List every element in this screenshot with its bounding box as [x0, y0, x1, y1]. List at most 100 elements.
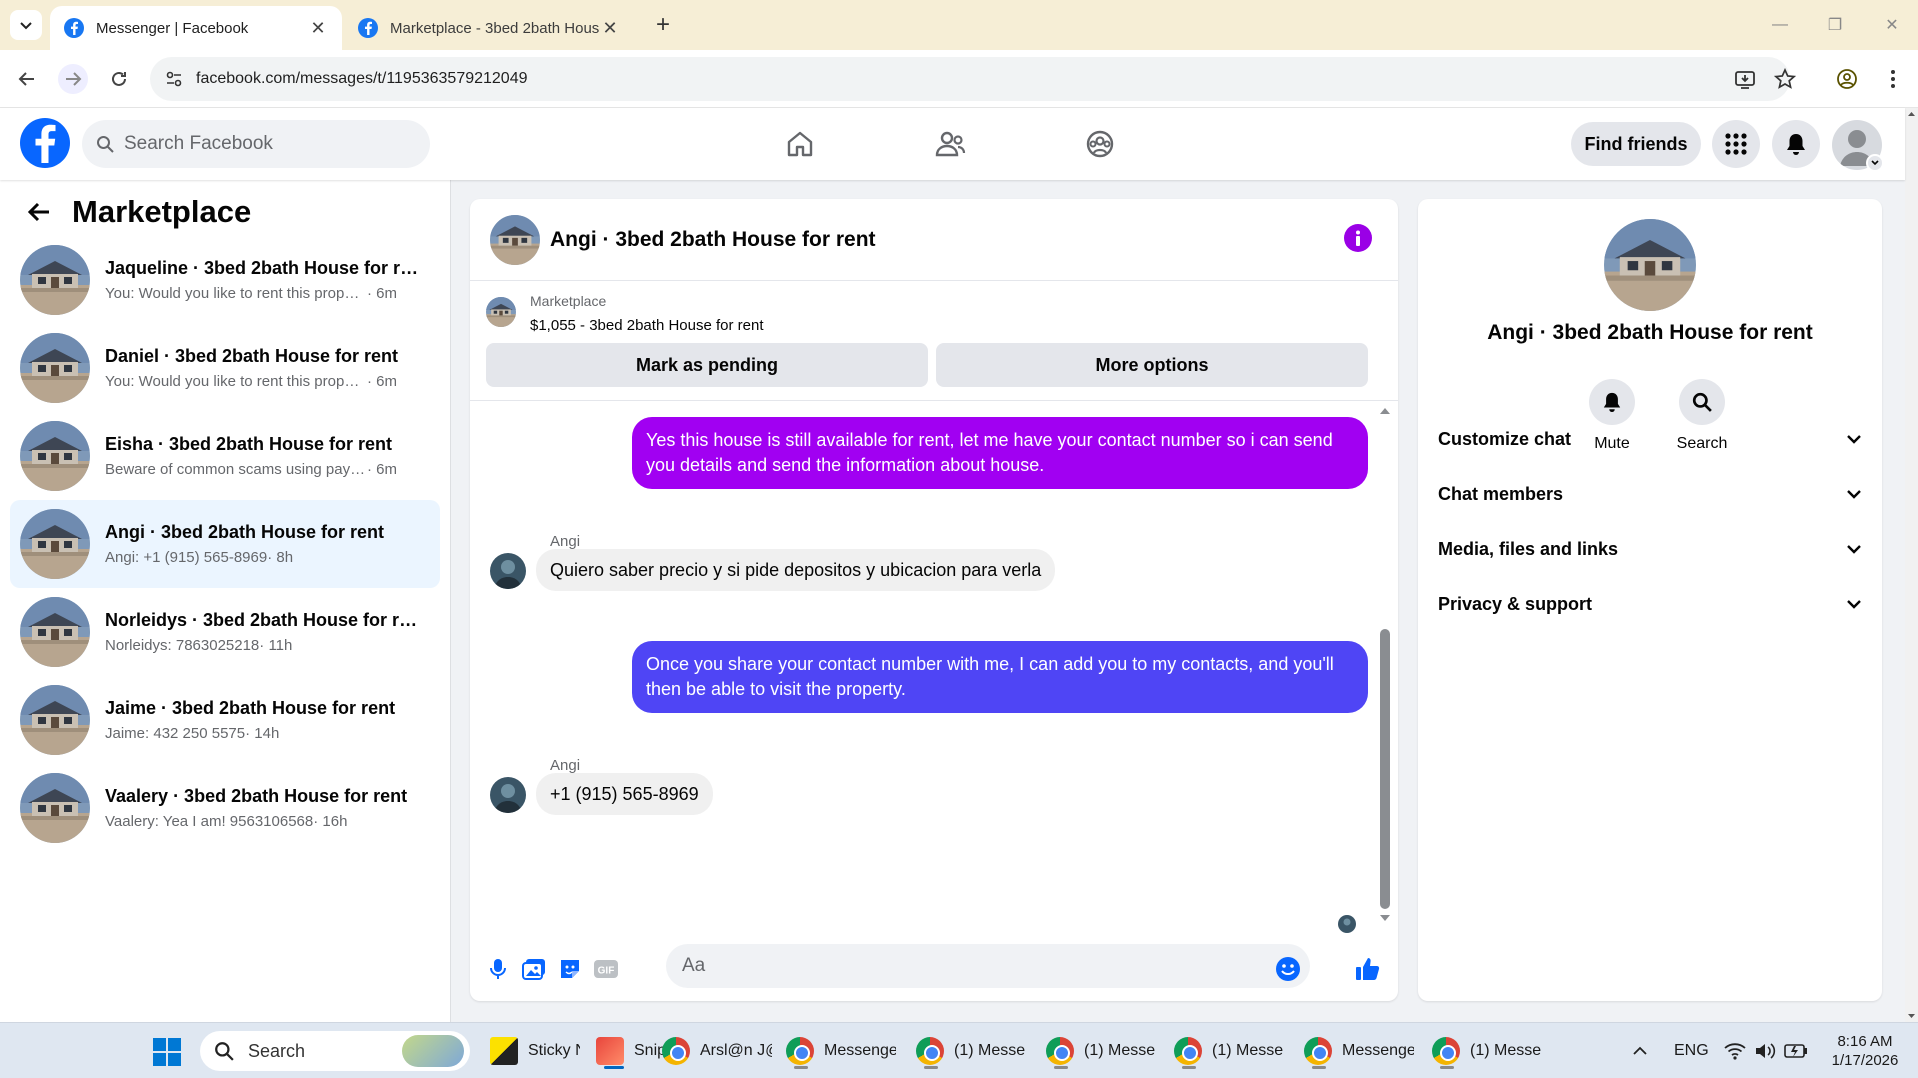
conversation-item[interactable]: Jaqueline · 3bed 2bath House for rent You…: [10, 236, 440, 324]
restore-icon[interactable]: ❐: [1815, 10, 1855, 40]
find-friends-button[interactable]: Find friends: [1571, 122, 1701, 166]
taskbar-chrome-window[interactable]: (1) Messer: [1174, 1031, 1284, 1071]
browser-tab-bar: Messenger | Facebook ✕ Marketplace - 3be…: [0, 0, 1918, 50]
conversation-thumbnail: [20, 245, 90, 315]
search-highlight-icon: [402, 1035, 464, 1067]
minimize-icon[interactable]: —: [1760, 10, 1800, 40]
details-avatar[interactable]: [1604, 219, 1696, 311]
address-bar: facebook.com/messages/t/1195363579212049: [0, 50, 1918, 108]
chevron-up-icon: [1633, 1046, 1647, 1055]
taskbar-chrome-window[interactable]: (1) Messer: [1046, 1031, 1156, 1071]
listing-thumbnail[interactable]: [486, 297, 516, 327]
search-icon: [215, 1042, 234, 1061]
close-tab-icon[interactable]: ✕: [600, 18, 620, 38]
conversation-preview: Norleidys: 7863025218 · 11h: [105, 637, 425, 654]
friends-nav-icon[interactable]: [928, 122, 972, 166]
taskbar-chrome-window[interactable]: Messenge: [786, 1031, 896, 1071]
groups-nav-icon[interactable]: [1078, 122, 1122, 166]
conversation-preview: Angi: +1 (915) 565-8969 · 8h: [105, 549, 425, 566]
conversation-item[interactable]: Daniel · 3bed 2bath House for rent You: W…: [10, 324, 440, 412]
windows-start-icon[interactable]: [152, 1037, 182, 1067]
conversation-preview-text: You: Would you like to rent this propert…: [105, 285, 367, 302]
conversation-thumbnail: [20, 421, 90, 491]
chat-avatar[interactable]: [490, 215, 540, 265]
facebook-logo-icon[interactable]: [20, 118, 70, 168]
browser-menu-icon[interactable]: [1878, 64, 1908, 94]
chrome-icon: [786, 1037, 814, 1065]
thumbs-up-icon[interactable]: [1354, 955, 1382, 983]
sender-avatar[interactable]: [490, 777, 526, 813]
close-window-icon[interactable]: ✕: [1872, 10, 1912, 40]
new-tab-button[interactable]: +: [650, 11, 676, 38]
details-section-privacy-support[interactable]: Privacy & support: [1438, 582, 1862, 626]
tab-marketplace[interactable]: Marketplace - 3bed 2bath House ✕: [344, 6, 634, 50]
menu-grid-button[interactable]: [1712, 120, 1760, 168]
taskbar-chrome-profile[interactable]: Arsl@n J@: [662, 1031, 772, 1071]
snipping-tool-icon: [596, 1037, 624, 1065]
page-body: Marketplace Jaqueline · 3bed 2bath House…: [0, 180, 1905, 1022]
show-hidden-icons[interactable]: [1632, 1031, 1648, 1071]
details-section-chat-members[interactable]: Chat members: [1438, 472, 1862, 516]
wifi-icon[interactable]: [1724, 1031, 1746, 1071]
sticker-icon[interactable]: [556, 955, 584, 983]
chat-title[interactable]: Angi · 3bed 2bath House for rent: [550, 228, 876, 252]
conversation-item[interactable]: Angi · 3bed 2bath House for rent Angi: +1…: [10, 500, 440, 588]
facebook-search-input[interactable]: Search Facebook: [82, 120, 430, 168]
account-menu-chevron-icon[interactable]: [1866, 154, 1884, 172]
info-icon[interactable]: [1344, 224, 1372, 252]
sidebar-title: Marketplace: [72, 194, 252, 229]
sender-avatar[interactable]: [490, 553, 526, 589]
site-info-icon[interactable]: [162, 67, 186, 91]
battery-icon[interactable]: [1784, 1031, 1808, 1071]
page-scrollbar[interactable]: [1905, 108, 1918, 1022]
taskbar-chrome-window[interactable]: Messenge: [1304, 1031, 1414, 1071]
notifications-button[interactable]: [1772, 120, 1820, 168]
message-bubble-incoming[interactable]: Quiero saber precio y si pide depositos …: [536, 549, 1056, 591]
message-bubble-outgoing[interactable]: Once you share your contact number with …: [632, 641, 1368, 713]
conversation-item[interactable]: Eisha · 3bed 2bath House for rent Beware …: [10, 412, 440, 500]
message-input[interactable]: Aa: [666, 944, 1310, 988]
conversation-preview-text: You: Would you like to rent this propert…: [105, 373, 367, 390]
taskbar-chrome-window[interactable]: (1) Messer: [1432, 1031, 1542, 1071]
install-app-icon[interactable]: [1730, 64, 1760, 94]
mark-as-pending-button[interactable]: Mark as pending: [486, 343, 928, 387]
home-nav-icon[interactable]: [778, 122, 822, 166]
chat-panel: Angi · 3bed 2bath House for rent Marketp…: [470, 199, 1398, 1001]
conversation-time: · 6m: [367, 373, 397, 390]
conversation-text: Angi · 3bed 2bath House for rent Angi: +1…: [105, 522, 425, 566]
taskbar-sticky-notes[interactable]: Sticky N: [490, 1031, 580, 1071]
conversation-preview-text: Angi: +1 (915) 565-8969: [105, 549, 268, 566]
language-indicator[interactable]: ENG: [1674, 1031, 1709, 1071]
url-field[interactable]: facebook.com/messages/t/1195363579212049: [150, 57, 1790, 101]
more-options-button[interactable]: More options: [936, 343, 1368, 387]
system-clock[interactable]: 8:16 AM 1/17/2026: [1820, 1032, 1910, 1070]
tab-messenger[interactable]: Messenger | Facebook ✕: [50, 6, 342, 50]
taskbar-search[interactable]: Search: [200, 1031, 470, 1071]
back-arrow-icon[interactable]: [24, 197, 54, 227]
conversation-item[interactable]: Jaime · 3bed 2bath House for rent Jaime: …: [10, 676, 440, 764]
close-tab-icon[interactable]: ✕: [308, 18, 328, 38]
tab-search-button[interactable]: [10, 10, 42, 40]
profile-icon[interactable]: [1832, 64, 1862, 94]
volume-icon[interactable]: [1754, 1031, 1776, 1071]
listing-price[interactable]: $1,055 - 3bed 2bath House for rent: [530, 317, 764, 334]
bookmark-star-icon[interactable]: [1770, 64, 1800, 94]
forward-button[interactable]: [58, 64, 88, 94]
gif-icon[interactable]: GIF: [592, 955, 620, 983]
thread-scroll-thumb[interactable]: [1380, 629, 1390, 909]
conversation-item[interactable]: Norleidys · 3bed 2bath House for rent Nor…: [10, 588, 440, 676]
conversation-time: · 6m: [367, 285, 397, 302]
details-section-customize-chat[interactable]: Customize chat: [1438, 417, 1862, 461]
emoji-icon[interactable]: [1274, 955, 1302, 983]
photo-gallery-icon[interactable]: [520, 955, 548, 983]
message-bubble-outgoing[interactable]: Yes this house is still available for re…: [632, 417, 1368, 489]
reload-button[interactable]: [104, 64, 134, 94]
conversation-item[interactable]: Vaalery · 3bed 2bath House for rent Vaale…: [10, 764, 440, 852]
details-section-media-files-and-links[interactable]: Media, files and links: [1438, 527, 1862, 571]
conversation-thumbnail: [20, 333, 90, 403]
conversation-text: Jaime · 3bed 2bath House for rent Jaime: …: [105, 698, 425, 742]
taskbar-chrome-window[interactable]: (1) Messer: [916, 1031, 1026, 1071]
microphone-icon[interactable]: [484, 955, 512, 983]
back-button[interactable]: [12, 64, 42, 94]
message-bubble-incoming[interactable]: +1 (915) 565-8969: [536, 773, 713, 815]
